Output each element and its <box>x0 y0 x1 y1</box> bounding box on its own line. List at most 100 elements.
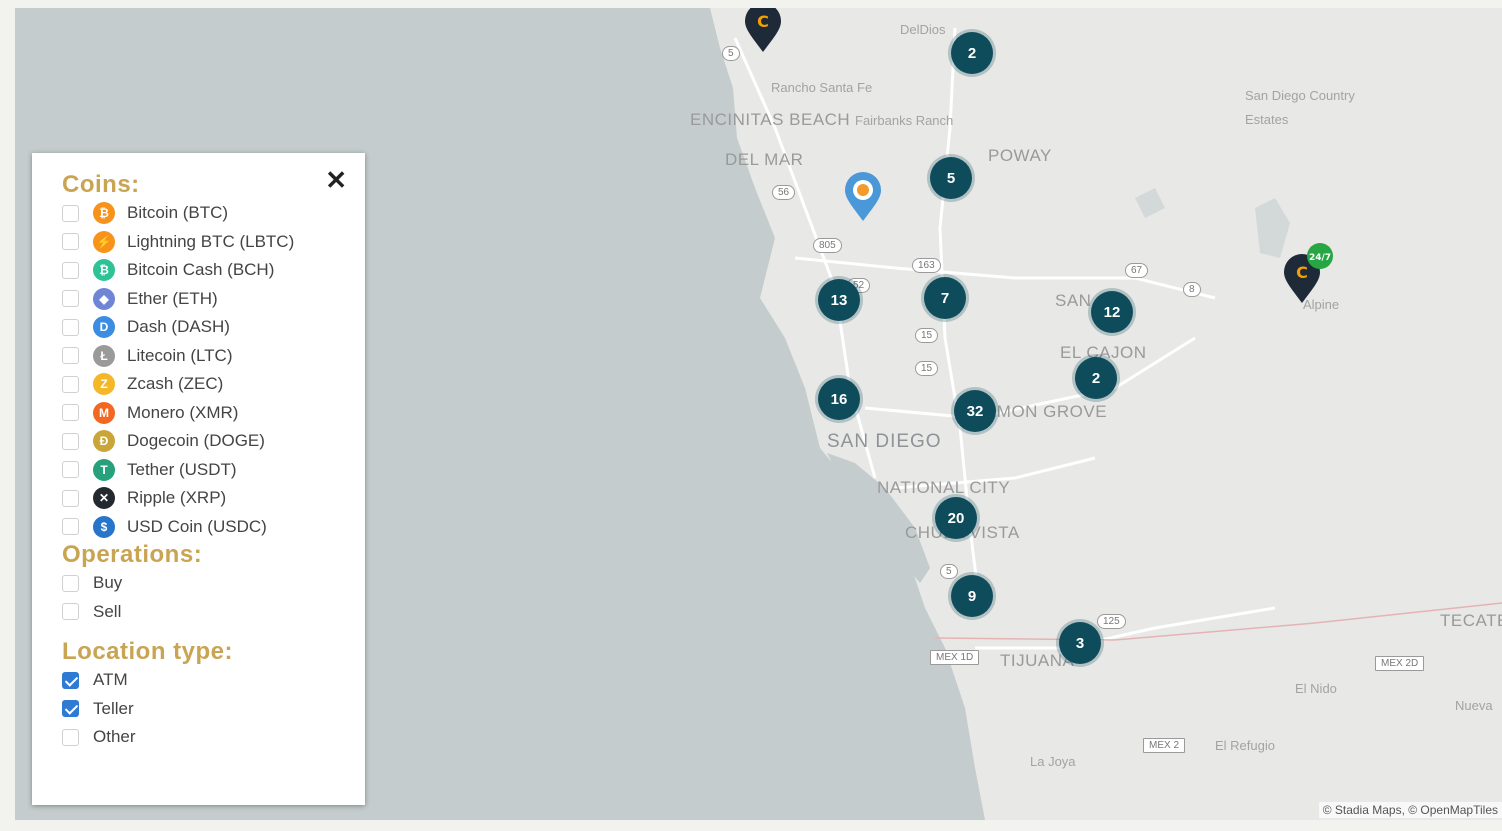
road-shield: 5 <box>940 564 958 579</box>
coin-label: Monero (XMR) <box>127 402 239 422</box>
atm-cluster-marker[interactable]: 32 <box>954 390 996 432</box>
coin-checkbox[interactable] <box>62 461 79 479</box>
road-shield: MEX 2D <box>1375 656 1425 671</box>
location-type-checkbox[interactable] <box>62 728 79 746</box>
coin-checkbox[interactable] <box>62 518 79 536</box>
coin-checkbox[interactable] <box>62 404 79 422</box>
coin-icon: Z <box>93 373 115 396</box>
coin-checkbox[interactable] <box>62 233 79 251</box>
coin-filter-row[interactable]: Ð Dogecoin (DOGE) <box>62 427 365 456</box>
coin-filter-row[interactable]: ⚡ Lightning BTC (LBTC) <box>62 228 365 257</box>
map-place-label: SAN DIEGO <box>827 431 942 452</box>
coin-filter-row[interactable]: M Monero (XMR) <box>62 399 365 428</box>
coin-icon: T <box>93 458 115 481</box>
road-shield: 125 <box>1097 614 1126 629</box>
coin-icon: Ð <box>93 430 115 453</box>
road-shield: 56 <box>772 185 796 200</box>
atm-pin-dark[interactable]: C <box>743 8 783 59</box>
coin-filter-row[interactable]: Ł Litecoin (LTC) <box>62 342 365 371</box>
atm-cluster-marker[interactable]: 12 <box>1091 291 1133 333</box>
atm-cluster-marker[interactable]: 16 <box>818 378 860 420</box>
coin-icon: ✕ <box>93 487 115 510</box>
map-place-label: SAN <box>1055 291 1092 310</box>
coins-heading: Coins: <box>62 171 140 198</box>
coin-icon: Ł <box>93 344 115 367</box>
location-type-heading: Location type: <box>62 638 234 665</box>
location-type-label: Teller <box>93 698 134 718</box>
atm-cluster-marker[interactable]: 7 <box>924 277 966 319</box>
location-type-checkbox[interactable] <box>62 671 79 689</box>
atm-cluster-marker[interactable]: 9 <box>951 575 993 617</box>
coin-label: Litecoin (LTC) <box>127 345 233 365</box>
location-type-label: Other <box>93 727 136 747</box>
map-place-label: Nueva <box>1455 698 1493 713</box>
coin-icon: ⚡ <box>93 230 115 253</box>
coin-filter-row[interactable]: $ USD Coin (USDC) <box>62 513 365 542</box>
coin-checkbox[interactable] <box>62 204 79 222</box>
coin-icon: M <box>93 401 115 424</box>
atm-cluster-marker[interactable]: 13 <box>818 279 860 321</box>
map-place-label: DelDios <box>900 22 946 37</box>
operation-filter-row[interactable]: Buy <box>62 569 365 598</box>
atm-cluster-marker[interactable]: 5 <box>930 157 972 199</box>
road-shield: 163 <box>912 258 941 273</box>
atm-cluster-marker[interactable]: 20 <box>935 497 977 539</box>
coin-filter-row[interactable]: T Tether (USDT) <box>62 456 365 485</box>
svg-text:24/7: 24/7 <box>1309 253 1331 263</box>
road-shield: 15 <box>915 328 939 343</box>
map-place-label: ENCINITAS BEACH <box>690 110 851 129</box>
coins-list: ₿ Bitcoin (BTC) ⚡ Lightning BTC (LBTC) ₿ Bitc… <box>62 199 365 541</box>
close-icon[interactable]: ✕ <box>325 167 347 193</box>
coin-checkbox[interactable] <box>62 489 79 507</box>
coin-checkbox[interactable] <box>62 318 79 336</box>
coin-filter-row[interactable]: Z Zcash (ZEC) <box>62 370 365 399</box>
atm-cluster-marker[interactable]: 2 <box>1075 357 1117 399</box>
location-type-checkbox[interactable] <box>62 700 79 718</box>
coin-checkbox[interactable] <box>62 347 79 365</box>
location-type-label: ATM <box>93 670 128 690</box>
coin-icon: ₿ <box>93 259 115 282</box>
coin-label: Zcash (ZEC) <box>127 374 224 394</box>
filter-panel: ✕ Coins: ₿ Bitcoin (BTC) ⚡ Lightning BTC (L… <box>32 153 365 805</box>
coin-filter-row[interactable]: D Dash (DASH) <box>62 313 365 342</box>
coin-icon: ◆ <box>93 287 115 310</box>
coin-label: Lightning BTC (LBTC) <box>127 231 295 251</box>
operation-checkbox[interactable] <box>62 574 79 592</box>
operations-list: Buy Sell <box>62 569 365 626</box>
coin-filter-row[interactable]: ₿ Bitcoin (BTC) <box>62 199 365 228</box>
road-shield: MEX 1D <box>930 650 980 665</box>
road-shield: MEX 2 <box>1143 738 1186 753</box>
atm-cluster-marker[interactable]: 2 <box>951 32 993 74</box>
road-shield: 8 <box>1183 282 1201 297</box>
map-place-label: El Nido <box>1295 681 1337 696</box>
coin-filter-row[interactable]: ✕ Ripple (XRP) <box>62 484 365 513</box>
operation-label: Sell <box>93 601 122 621</box>
atm-pin-blue[interactable] <box>843 171 883 228</box>
road-shield: 67 <box>1125 263 1149 278</box>
coin-label: Ripple (XRP) <box>127 488 227 508</box>
road-shield: 805 <box>813 238 842 253</box>
atm-pin-24h[interactable]: C 24/7 <box>1282 241 1336 310</box>
coin-label: Bitcoin (BTC) <box>127 203 229 223</box>
atm-cluster-marker[interactable]: 3 <box>1059 622 1101 664</box>
map-place-label: POWAY <box>988 146 1052 165</box>
coin-label: Dash (DASH) <box>127 317 230 337</box>
coin-checkbox[interactable] <box>62 290 79 308</box>
coin-filter-row[interactable]: ◆ Ether (ETH) <box>62 285 365 314</box>
operation-label: Buy <box>93 573 123 593</box>
location-type-filter-row[interactable]: ATM <box>62 666 365 695</box>
coin-filter-row[interactable]: ₿ Bitcoin Cash (BCH) <box>62 256 365 285</box>
operations-heading: Operations: <box>62 541 203 568</box>
map-attribution[interactable]: © Stadia Maps, © OpenMapTiles <box>1318 802 1502 818</box>
coin-checkbox[interactable] <box>62 432 79 450</box>
location-type-filter-row[interactable]: Other <box>62 723 365 752</box>
location-type-filter-row[interactable]: Teller <box>62 695 365 724</box>
coin-label: Ether (ETH) <box>127 288 218 308</box>
coin-icon: D <box>93 316 115 339</box>
operation-checkbox[interactable] <box>62 603 79 621</box>
coin-checkbox[interactable] <box>62 261 79 279</box>
operation-filter-row[interactable]: Sell <box>62 598 365 627</box>
coin-checkbox[interactable] <box>62 375 79 393</box>
coin-label: Dogecoin (DOGE) <box>127 431 265 451</box>
map-place-label: Fairbanks Ranch <box>855 113 954 128</box>
